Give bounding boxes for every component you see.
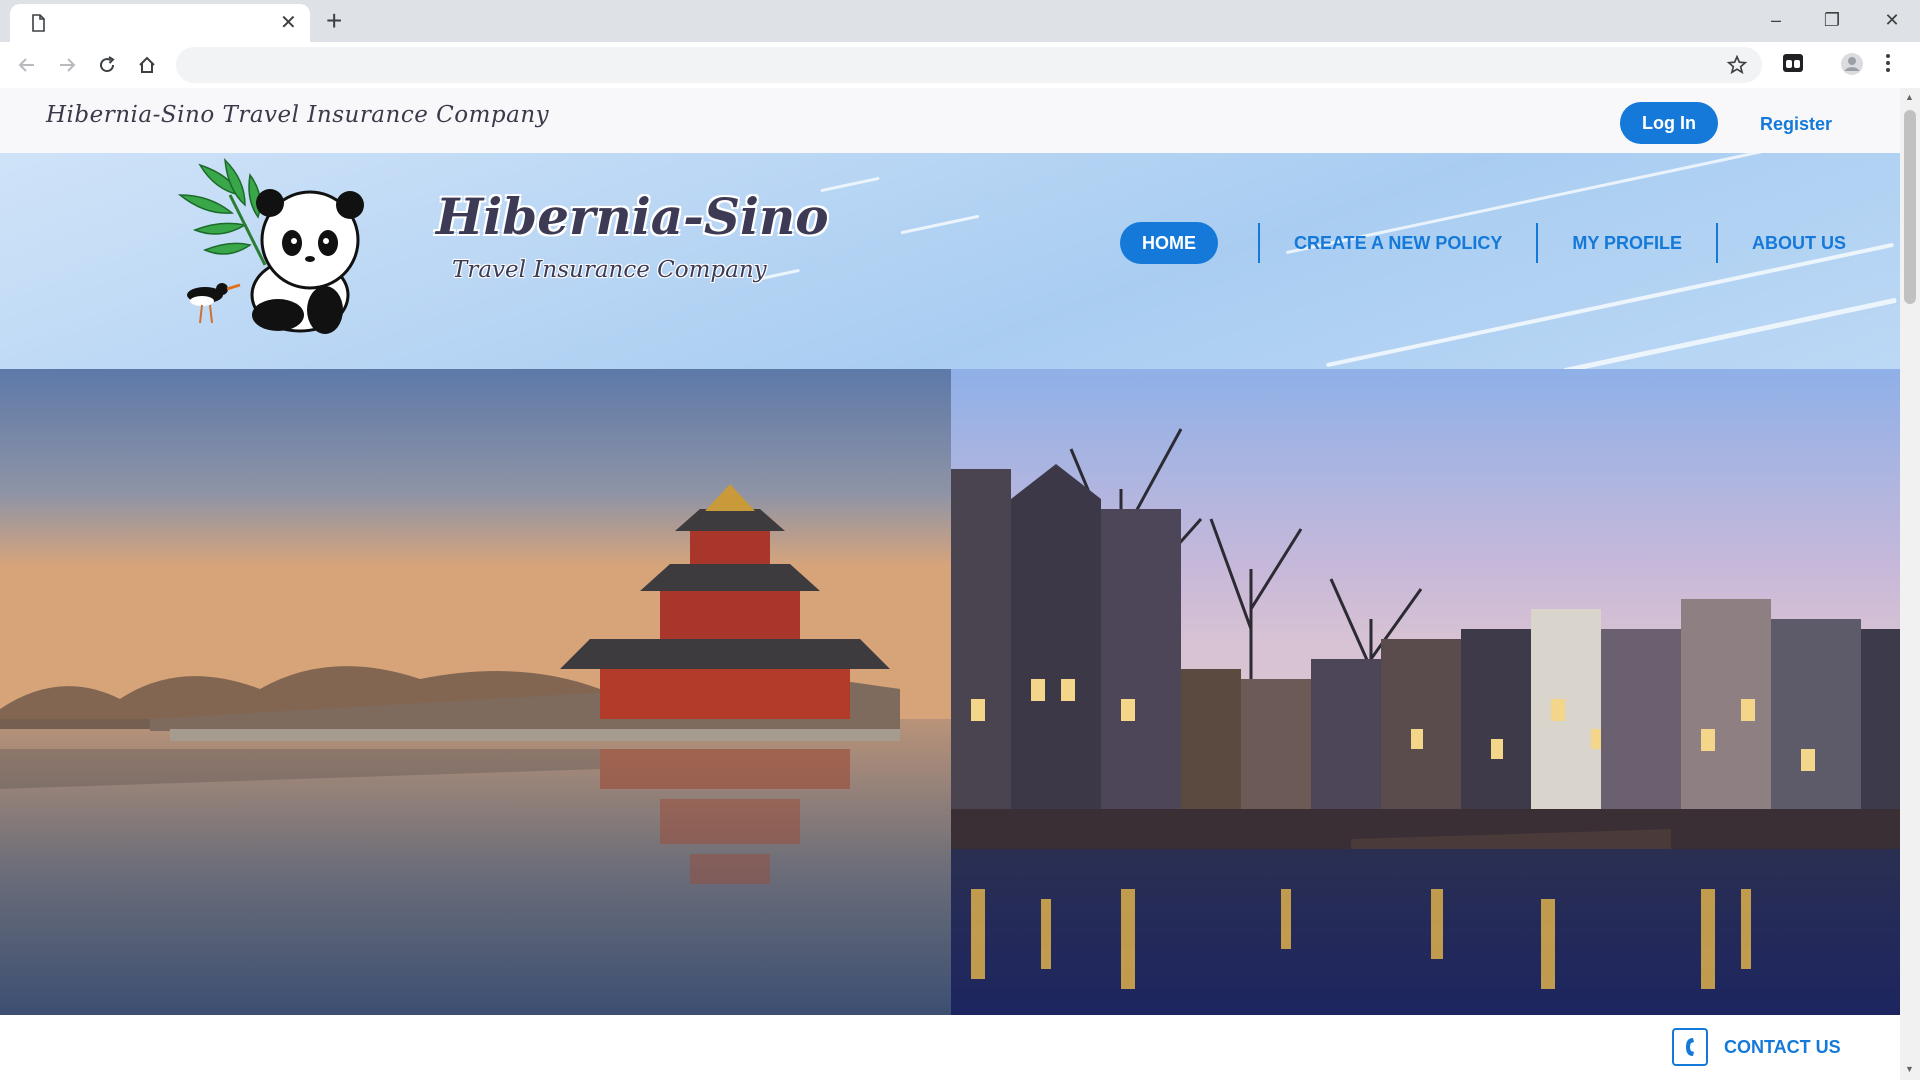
nav-home[interactable]: HOME [1120,222,1218,264]
login-button[interactable]: Log In [1620,102,1718,144]
reload-icon[interactable] [92,50,122,80]
home-icon[interactable] [132,50,162,80]
scroll-down-icon[interactable]: ▼ [1905,1064,1914,1074]
address-bar[interactable] [176,47,1762,83]
menu-kebab-icon[interactable] [1884,52,1892,74]
back-icon[interactable] [12,50,42,80]
extension-icon[interactable] [1782,52,1804,74]
browser-toolbar [0,42,1920,89]
register-link[interactable]: Register [1760,114,1832,135]
contact-us-label: CONTACT US [1724,1036,1841,1057]
contact-us-link[interactable]: CONTACT US [1672,1028,1841,1066]
close-tab-icon[interactable]: ✕ [280,13,297,33]
close-window-button[interactable]: ✕ [1872,6,1912,34]
brand-name: Hibernia-Sino Travel Insurance Company [46,102,550,128]
main-navigation: HOME CREATE A NEW POLICY MY PROFILE ABOU… [1120,219,1880,267]
header-banner: Hibernia-Sino Travel Insurance Company H… [0,153,1900,369]
scroll-thumb[interactable] [1904,110,1916,304]
new-tab-button[interactable]: + [326,6,342,36]
page-icon [32,14,45,32]
top-bar: Hibernia-Sino Travel Insurance Company L… [0,88,1900,153]
web-page: Hibernia-Sino Travel Insurance Company L… [0,88,1900,1080]
vertical-scrollbar[interactable]: ▲ ▼ [1900,88,1920,1080]
forward-icon[interactable] [52,50,82,80]
panda-logo [177,157,364,334]
phone-icon [1672,1028,1708,1066]
scroll-up-icon[interactable]: ▲ [1905,92,1914,102]
forbidden-city-photo [0,369,951,1015]
bookmark-star-icon[interactable] [1726,54,1748,76]
nav-about-us[interactable]: ABOUT US [1716,223,1880,263]
maximize-button[interactable]: ❐ [1812,6,1852,34]
nav-create-policy[interactable]: CREATE A NEW POLICY [1258,223,1536,263]
profile-avatar-icon[interactable] [1840,52,1864,76]
browser-tab[interactable]: ✕ [10,4,310,42]
browser-tabstrip: ✕ + – ❐ ✕ [0,0,1920,42]
minimize-button[interactable]: – [1756,6,1796,34]
logo-title: Hibernia-Sino [436,187,829,246]
logo-subtitle: Travel Insurance Company [452,257,767,283]
nav-my-profile[interactable]: MY PROFILE [1536,223,1716,263]
amsterdam-canal-photo [951,369,1900,1015]
